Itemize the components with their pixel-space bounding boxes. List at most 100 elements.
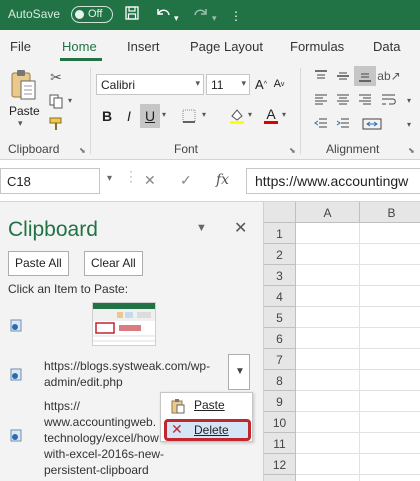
cell[interactable]	[360, 244, 420, 265]
cell[interactable]	[296, 370, 360, 391]
merge-dropdown-icon[interactable]: ▾	[400, 116, 418, 132]
bottom-align-icon[interactable]	[354, 66, 376, 86]
formula-input[interactable]: https://www.accountingw	[246, 168, 420, 194]
cell[interactable]	[296, 391, 360, 412]
cell[interactable]	[360, 286, 420, 307]
row-header[interactable]: 12	[264, 454, 296, 475]
clip-item-text[interactable]: https://blogs.systweak.com/wp- admin/edi…	[44, 358, 210, 390]
cell[interactable]	[360, 307, 420, 328]
wrap-text-icon[interactable]	[380, 92, 398, 108]
row-header[interactable]: 5	[264, 307, 296, 328]
orientation-icon[interactable]: ab↗	[377, 68, 400, 84]
cell[interactable]	[360, 412, 420, 433]
italic-button[interactable]: I	[120, 106, 138, 126]
format-painter-icon[interactable]	[47, 115, 65, 133]
name-box[interactable]: C18	[0, 168, 100, 194]
clip-item-image-thumbnail[interactable]	[92, 302, 156, 346]
wrap-dropdown-icon[interactable]: ▾	[400, 92, 418, 108]
cell[interactable]	[296, 265, 360, 286]
cell[interactable]	[296, 349, 360, 370]
alignment-launcher-icon[interactable]: ⬊	[408, 146, 415, 155]
font-name-select[interactable]: Calibri ▾	[96, 74, 204, 95]
borders-dropdown-icon[interactable]: ▾	[202, 110, 206, 119]
row-header[interactable]: 11	[264, 433, 296, 454]
tab-file[interactable]: File	[10, 39, 31, 54]
cell[interactable]	[360, 223, 420, 244]
row-header[interactable]: 3	[264, 265, 296, 286]
cell[interactable]	[360, 433, 420, 454]
font-color-icon[interactable]: A	[262, 104, 280, 126]
cell[interactable]	[296, 328, 360, 349]
cell[interactable]	[360, 265, 420, 286]
cell[interactable]	[296, 244, 360, 265]
more-icon[interactable]: ⋮	[230, 7, 242, 25]
underline-dropdown-icon[interactable]: ▾	[162, 110, 166, 119]
insert-function-icon[interactable]: fx	[216, 172, 229, 188]
select-all-corner[interactable]	[264, 202, 296, 223]
cell[interactable]	[360, 349, 420, 370]
pane-options-icon[interactable]: ▼	[196, 222, 207, 234]
row-header[interactable]: 9	[264, 391, 296, 412]
font-color-dropdown-icon[interactable]: ▾	[282, 110, 286, 119]
merge-center-icon[interactable]	[360, 116, 384, 132]
align-right-icon[interactable]	[356, 92, 374, 108]
tab-formulas[interactable]: Formulas	[290, 39, 344, 54]
cell[interactable]	[360, 328, 420, 349]
increase-indent-icon[interactable]	[334, 116, 352, 132]
font-size-select[interactable]: 11 ▾	[206, 74, 250, 95]
cut-icon[interactable]: ✂	[47, 68, 65, 86]
clip-item-dropdown-button[interactable]: ▼	[228, 354, 250, 390]
paste-all-button[interactable]: Paste All	[8, 251, 69, 276]
cell[interactable]	[296, 286, 360, 307]
top-align-icon[interactable]	[312, 68, 330, 84]
row-header[interactable]: 8	[264, 370, 296, 391]
row-header[interactable]: 4	[264, 286, 296, 307]
row-header[interactable]: 13	[264, 475, 296, 481]
cell[interactable]	[296, 307, 360, 328]
name-box-dropdown-icon[interactable]: ▾	[107, 173, 112, 184]
row-header[interactable]: 1	[264, 223, 296, 244]
undo-icon[interactable]	[154, 5, 172, 26]
align-left-icon[interactable]	[312, 92, 330, 108]
column-header-a[interactable]: A	[296, 202, 360, 223]
undo-dropdown-icon[interactable]: ▾	[174, 9, 179, 27]
cell[interactable]	[296, 433, 360, 454]
paste-icon[interactable]	[6, 66, 40, 106]
copy-icon[interactable]	[47, 92, 65, 110]
column-header-b[interactable]: B	[360, 202, 420, 223]
menu-item-paste[interactable]: Paste	[164, 395, 251, 416]
cell[interactable]	[360, 475, 420, 481]
row-header[interactable]: 6	[264, 328, 296, 349]
cancel-icon[interactable]: ✕	[144, 172, 156, 189]
tab-page-layout[interactable]: Page Layout	[190, 39, 263, 54]
close-icon[interactable]: ✕	[234, 218, 247, 238]
middle-align-icon[interactable]	[334, 68, 352, 84]
tab-insert[interactable]: Insert	[127, 39, 160, 54]
decrease-indent-icon[interactable]	[312, 116, 330, 132]
clear-all-button[interactable]: Clear All	[84, 251, 143, 276]
cell[interactable]	[296, 412, 360, 433]
borders-icon[interactable]	[180, 106, 198, 126]
save-icon[interactable]	[124, 5, 140, 26]
cell[interactable]	[296, 475, 360, 481]
worksheet-grid[interactable]: A B 12345678910111213	[264, 202, 420, 481]
decrease-font-icon[interactable]: Av	[272, 76, 286, 92]
autosave-toggle[interactable]: Off	[71, 6, 113, 23]
paste-dropdown-icon[interactable]: ▾	[18, 118, 23, 129]
cell[interactable]	[296, 454, 360, 475]
cell[interactable]	[296, 223, 360, 244]
clipboard-launcher-icon[interactable]: ⬊	[79, 146, 86, 155]
cell[interactable]	[360, 454, 420, 475]
copy-dropdown-icon[interactable]: ▾	[68, 96, 72, 105]
row-header[interactable]: 10	[264, 412, 296, 433]
row-header[interactable]: 2	[264, 244, 296, 265]
underline-button[interactable]: U	[140, 104, 160, 128]
redo-dropdown-icon[interactable]: ▾	[212, 9, 217, 27]
align-center-icon[interactable]	[334, 92, 352, 108]
redo-icon[interactable]	[192, 5, 210, 26]
fill-color-icon[interactable]	[228, 106, 246, 126]
fill-color-dropdown-icon[interactable]: ▾	[248, 110, 252, 119]
clip-item-text[interactable]: https:// www.accountingweb. technology/e…	[44, 398, 164, 478]
cell[interactable]	[360, 370, 420, 391]
tab-home[interactable]: Home	[62, 39, 97, 54]
